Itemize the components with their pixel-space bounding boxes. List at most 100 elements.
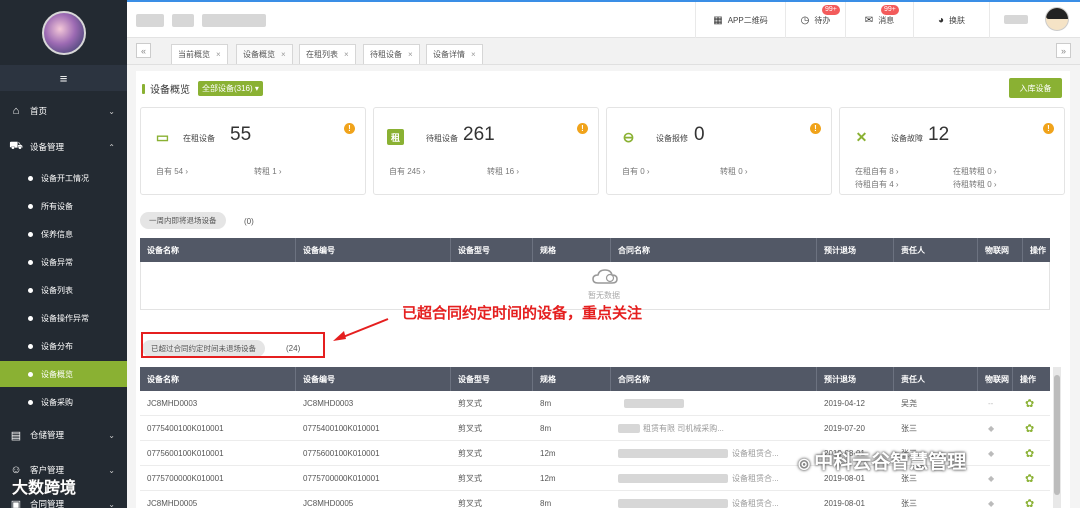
tab-equipment-overview[interactable]: 设备概览 × — [236, 44, 293, 64]
chevron-up-icon: ⌃ — [108, 142, 115, 152]
warning-icon[interactable]: ! — [810, 123, 821, 134]
cell-iot: ◆ — [988, 449, 995, 458]
card-sub-rented-sublease[interactable]: 在租转租 0 › — [953, 166, 997, 177]
sidebar-item-work-status[interactable]: 设备开工情况 — [0, 165, 127, 191]
contract-icon: ▣ — [10, 498, 22, 508]
tab-current-overview[interactable]: 当前概览 × — [171, 44, 228, 64]
sidebar-item-purchase[interactable]: 设备采购 — [0, 389, 127, 415]
card-sub-pending-owned[interactable]: 待租自有 4 › — [855, 179, 899, 190]
column-header: 物联网 — [978, 238, 1023, 262]
app-qrcode-button[interactable]: ▦ APP二维码 — [695, 2, 785, 38]
settings-gear-icon[interactable]: ✿ — [1013, 441, 1050, 466]
tab-label: 当前概览 — [178, 50, 210, 59]
tab-pending-rental[interactable]: 待租设备 × — [363, 44, 420, 64]
card-sub-rented-owned[interactable]: 在租自有 8 › — [855, 166, 899, 177]
cell-code: 0775700000K010001 — [303, 474, 380, 483]
cell-contract — [611, 391, 817, 416]
close-icon[interactable]: × — [281, 50, 286, 59]
user-menu[interactable] — [989, 2, 1080, 38]
card-fault[interactable]: ✕ 设备故障 12 ! 在租自有 8 › 在租转租 0 › 待租自有 4 › 待… — [839, 107, 1065, 195]
todo-button[interactable]: ◷ 待办 99+ — [785, 2, 845, 38]
cell-exit-date: 2019-04-12 — [824, 399, 865, 408]
sidebar-item-equipment-exception[interactable]: 设备异常 — [0, 249, 127, 275]
warning-icon[interactable]: ! — [577, 123, 588, 134]
tab-scroll-right-button[interactable]: » — [1056, 43, 1071, 58]
card-label: 在租设备 — [183, 134, 215, 143]
sidebar-group-equipment[interactable]: ⛟ 设备管理 ⌃ — [0, 133, 127, 161]
card-sub-sublease[interactable]: 转租 1 › — [254, 166, 282, 177]
blurred-company-name — [202, 14, 266, 27]
cell-code: JC8MHD0005 — [303, 499, 354, 508]
cell-model: 剪叉式 — [458, 399, 482, 408]
tab-scroll-left-button[interactable]: « — [136, 43, 151, 58]
card-rented[interactable]: ▭ 在租设备 55 ! 自有 54 › 转租 1 › — [140, 107, 366, 195]
close-icon[interactable]: × — [216, 50, 221, 59]
warehouse-icon: ▤ — [10, 429, 22, 442]
sidebar-group-label: 合同管理 — [30, 499, 65, 508]
close-icon[interactable]: × — [344, 50, 349, 59]
wrench-icon: ✕ — [855, 128, 868, 145]
sidebar-item-operation-exception[interactable]: 设备操作异常 — [0, 305, 127, 331]
cell-iot: ◆ — [988, 499, 995, 508]
close-icon[interactable]: × — [471, 50, 476, 59]
card-sub-owned[interactable]: 自有 245 › — [389, 166, 425, 177]
blurred-username — [1004, 15, 1028, 24]
top-header: ▦ APP二维码 ◷ 待办 99+ ✉ 消息 99+ ◕ 换肤 — [127, 0, 1080, 38]
menu-toggle-icon[interactable]: ≡ — [0, 65, 127, 91]
tab-rental-list[interactable]: 在租列表 × — [299, 44, 356, 64]
cloud-empty-icon — [592, 269, 618, 284]
sidebar-group-label: 仓储管理 — [30, 430, 65, 440]
settings-gear-icon[interactable]: ✿ — [1013, 416, 1050, 441]
avatar[interactable] — [41, 10, 86, 55]
sidebar-item-maintenance[interactable]: 保养信息 — [0, 221, 127, 247]
warning-icon[interactable]: ! — [1043, 123, 1054, 134]
settings-gear-icon[interactable]: ✿ — [1013, 391, 1050, 416]
sidebar-item-label: 设备开工情况 — [41, 173, 89, 183]
empty-text: 暂无数据 — [588, 291, 620, 300]
card-label: 设备报修 — [656, 134, 688, 143]
scrollbar-thumb[interactable] — [1054, 375, 1060, 495]
card-sub-pending-sublease[interactable]: 待租转租 0 › — [953, 179, 997, 190]
messages-badge: 99+ — [881, 5, 899, 15]
card-pending[interactable]: 租 待租设备 261 ! 自有 245 › 转租 16 › — [373, 107, 599, 195]
column-header: 设备名称 — [140, 367, 296, 391]
table-row[interactable]: JC8MHD0003 JC8MHD0003 剪叉式 8m 2019-04-12 … — [140, 391, 1050, 416]
upcoming-exit-count: (0) — [244, 217, 254, 226]
card-repair[interactable]: ⊖ 设备报修 0 ! 自有 0 › 转租 0 › — [606, 107, 832, 195]
warning-icon[interactable]: ! — [344, 123, 355, 134]
overview-panel: 设备概览 全部设备(316) ▾ 入库设备 ▭ 在租设备 55 ! 自有 54 … — [136, 71, 1070, 508]
blurred-company-name — [172, 14, 194, 27]
tab-equipment-detail[interactable]: 设备详情 × — [426, 44, 483, 64]
table-row[interactable]: JC8MHD0005 JC8MHD0005 剪叉式 8m 设备租赁合... 20… — [140, 491, 1050, 508]
contract-text: 设备租赁合... — [732, 499, 779, 508]
settings-gear-icon[interactable]: ✿ — [1013, 466, 1050, 491]
close-icon[interactable]: × — [408, 50, 413, 59]
cell-code: JC8MHD0003 — [303, 399, 354, 408]
card-sub-owned[interactable]: 自有 54 › — [156, 166, 188, 177]
skin-button[interactable]: ◕ 换肤 — [913, 2, 989, 38]
cell-model: 剪叉式 — [458, 499, 482, 508]
equipment-filter-dropdown[interactable]: 全部设备(316) ▾ — [198, 81, 263, 96]
sidebar-item-all-equipment[interactable]: 所有设备 — [0, 193, 127, 219]
card-sub-sublease[interactable]: 转租 16 › — [487, 166, 519, 177]
tab-label: 待租设备 — [370, 50, 402, 59]
sidebar-group-warehouse[interactable]: ▤ 仓储管理 ⌄ — [0, 421, 127, 449]
column-header: 规格 — [533, 367, 611, 391]
watermark-text: 中科云谷智慧管理 — [814, 452, 967, 473]
column-header: 操作 — [1030, 245, 1046, 255]
watermark-left: 大数跨境 — [12, 480, 77, 497]
stock-in-button[interactable]: 入库设备 — [1009, 78, 1062, 98]
table-row[interactable]: 0775400100K010001 0775400100K010001 剪叉式 … — [140, 416, 1050, 441]
sidebar-group-home[interactable]: ⌂ 首页 ⌄ — [0, 97, 127, 125]
settings-gear-icon[interactable]: ✿ — [1013, 491, 1050, 508]
annotation-arrow — [333, 318, 389, 341]
card-sub-sublease[interactable]: 转租 0 › — [720, 166, 748, 177]
card-sub-owned[interactable]: 自有 0 › — [622, 166, 650, 177]
table-scrollbar[interactable] — [1053, 367, 1061, 508]
sidebar-item-overview[interactable]: 设备概览 — [0, 361, 127, 387]
messages-button[interactable]: ✉ 消息 99+ — [845, 2, 913, 38]
sidebar-item-equipment-list[interactable]: 设备列表 — [0, 277, 127, 303]
chevron-down-icon: ⌄ — [108, 465, 115, 475]
sidebar-item-distribution[interactable]: 设备分布 — [0, 333, 127, 359]
card-label: 待租设备 — [426, 134, 458, 143]
